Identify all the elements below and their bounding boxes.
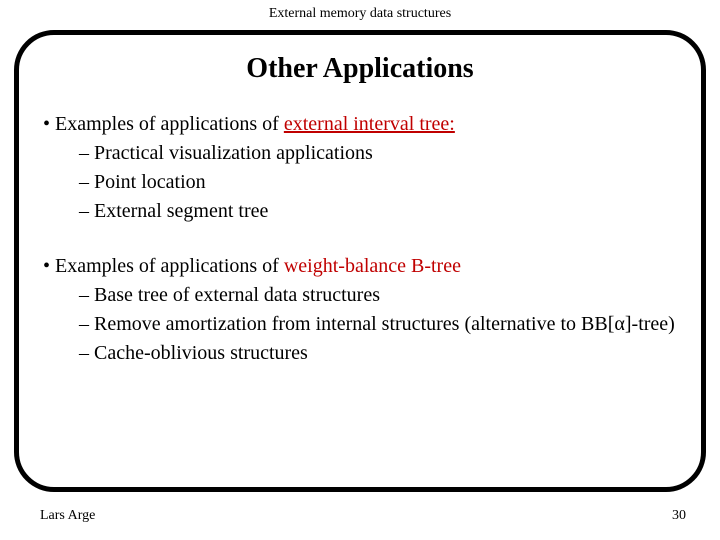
slide-title: Other Applications <box>43 53 677 85</box>
bullet-2-sub-3: Cache-oblivious structures <box>79 340 677 367</box>
bullet-2-sub-2: Remove amortization from internal struct… <box>79 311 677 338</box>
slide-header: External memory data structures <box>0 0 720 26</box>
bullet-1: Examples of applications of external int… <box>43 111 677 138</box>
bullet-2-text: Examples of applications of <box>55 255 284 277</box>
bullet-2: Examples of applications of weight-balan… <box>43 253 677 280</box>
bullet-2-link: weight-balance B-tree <box>284 255 461 277</box>
footer-page-number: 30 <box>672 508 686 524</box>
slide-frame: Other Applications Examples of applicati… <box>14 30 706 492</box>
bullet-1-sub-2: Point location <box>79 169 677 196</box>
bullet-1-text: Examples of applications of <box>55 113 284 135</box>
bullet-1-sub-3: External segment tree <box>79 198 677 225</box>
bullet-2-sub-1: Base tree of external data structures <box>79 282 677 309</box>
footer-author: Lars Arge <box>40 508 95 524</box>
slide-content: Examples of applications of external int… <box>43 111 677 367</box>
bullet-1-sub-1: Practical visualization applications <box>79 140 677 167</box>
bullet-1-link: external interval tree: <box>284 113 455 135</box>
